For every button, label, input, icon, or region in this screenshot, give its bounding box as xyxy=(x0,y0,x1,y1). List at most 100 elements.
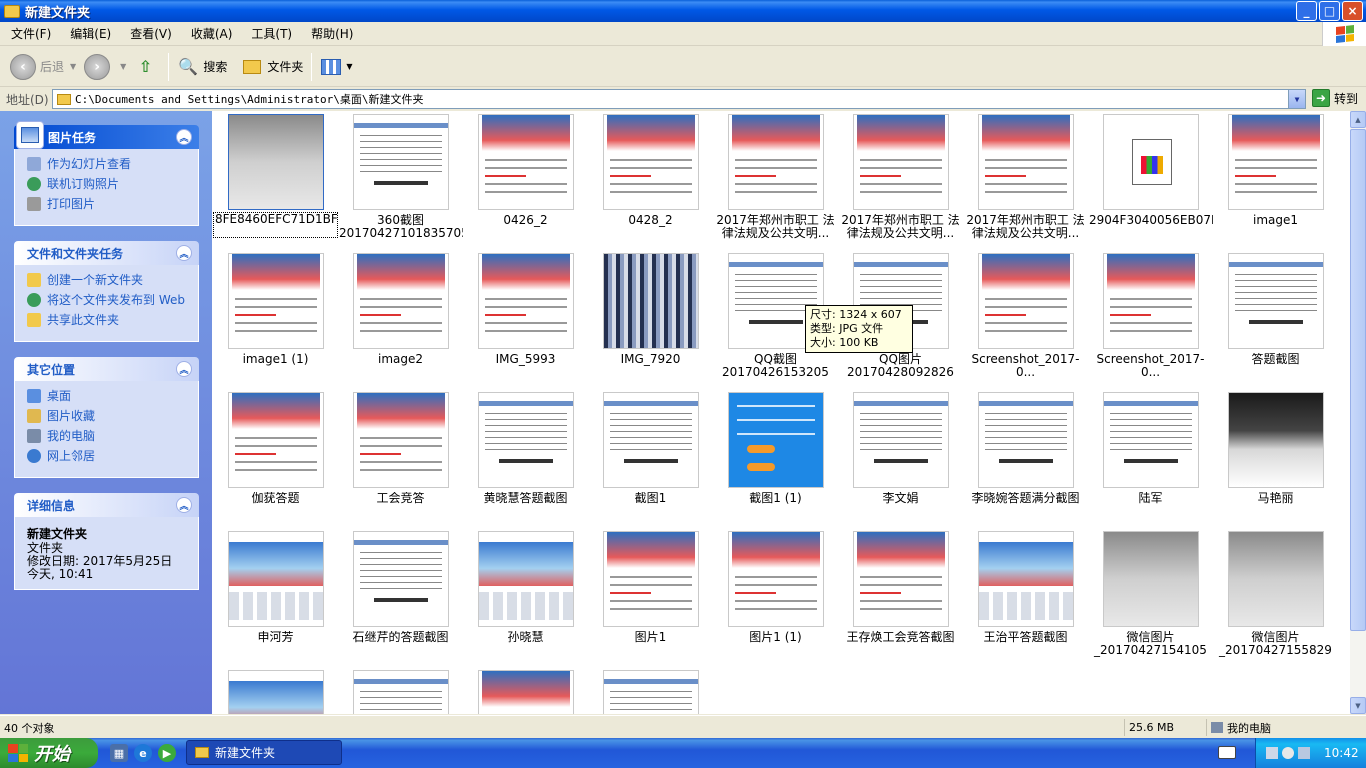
file-item[interactable]: 伽莸答题 xyxy=(213,392,338,518)
new-folder-link[interactable]: 创建一个新文件夹 xyxy=(27,273,190,287)
file-item[interactable]: 工会竞答 xyxy=(338,392,463,518)
menu-file[interactable]: 文件(F) xyxy=(0,25,59,42)
safely-remove-tray-icon[interactable] xyxy=(1298,747,1310,759)
file-item[interactable] xyxy=(338,670,463,714)
file-item[interactable]: 8FE8460EFC71D1BFA31C547E5AC77106 xyxy=(213,114,338,238)
file-item[interactable]: 360截图20170427101835705 xyxy=(338,114,463,240)
file-item[interactable]: 微信图片_20170427155829 xyxy=(1213,531,1338,657)
file-item[interactable]: 图片1 (1) xyxy=(713,531,838,657)
close-button[interactable]: × xyxy=(1342,1,1363,21)
collapse-chevron-icon[interactable]: ︽ xyxy=(176,245,192,261)
desktop-link[interactable]: 桌面 xyxy=(27,389,190,403)
media-player-icon[interactable]: ▶ xyxy=(158,744,176,762)
back-button[interactable]: ‹ 后退 ▼ xyxy=(6,50,80,84)
title-bar[interactable]: 新建文件夹 _ □ × xyxy=(0,0,1366,22)
taskbar-window-button[interactable]: 新建文件夹 xyxy=(186,740,342,765)
up-folder-button[interactable]: ⇧ xyxy=(130,50,164,84)
file-item[interactable]: IMG_7920 xyxy=(588,253,713,379)
file-item[interactable] xyxy=(213,670,338,714)
menu-edit[interactable]: 编辑(E) xyxy=(59,25,119,42)
print-pictures-link[interactable]: 打印图片 xyxy=(27,197,190,211)
file-item[interactable]: 截图1 xyxy=(588,392,713,518)
file-item[interactable]: 孙晓慧 xyxy=(463,531,588,657)
minimize-button[interactable]: _ xyxy=(1296,1,1317,21)
go-button[interactable]: ➜ 转到 xyxy=(1312,89,1358,107)
file-item[interactable]: 申河芳 xyxy=(213,531,338,657)
forward-dropdown-icon[interactable]: ▼ xyxy=(120,62,126,71)
file-item[interactable]: 0426_2 xyxy=(463,114,588,240)
clock[interactable]: 10:42 xyxy=(1324,746,1359,760)
file-item[interactable]: image1 (1) xyxy=(213,253,338,379)
network-tray-icon[interactable] xyxy=(1266,747,1278,759)
file-thumbnail xyxy=(977,392,1074,488)
menu-help[interactable]: 帮助(H) xyxy=(300,25,361,42)
search-button[interactable]: 🔍 搜索 xyxy=(173,50,231,84)
scroll-thumb[interactable] xyxy=(1350,129,1366,631)
file-item[interactable]: 微信图片_20170427154105 xyxy=(1088,531,1213,657)
details-header[interactable]: 详细信息 ︽ xyxy=(14,493,199,517)
back-dropdown-icon[interactable]: ▼ xyxy=(70,62,76,71)
vertical-scrollbar[interactable]: ▲ ▼ xyxy=(1350,111,1366,714)
network-places-link[interactable]: 网上邻居 xyxy=(27,449,190,463)
my-computer-link[interactable]: 我的电脑 xyxy=(27,429,190,443)
file-name: 王存焕工会竞答截图 xyxy=(846,631,955,644)
file-item[interactable]: 黄晓慧答题截图 xyxy=(463,392,588,518)
file-item[interactable]: 李晓婉答题满分截图 xyxy=(963,392,1088,518)
file-item[interactable]: 图片1 xyxy=(588,531,713,657)
file-item[interactable]: 0428_2 xyxy=(588,114,713,240)
other-places-header[interactable]: 其它位置 ︽ xyxy=(14,357,199,381)
maximize-button[interactable]: □ xyxy=(1319,1,1340,21)
menu-favorites[interactable]: 收藏(A) xyxy=(180,25,241,42)
file-item[interactable]: 2017年郑州市职工 法律法规及公共文明... xyxy=(838,114,963,240)
address-input[interactable]: C:\Documents and Settings\Administrator\… xyxy=(52,89,1306,109)
collapse-chevron-icon[interactable]: ︽ xyxy=(176,129,192,145)
order-prints-link[interactable]: 联机订购照片 xyxy=(27,177,190,191)
scroll-up-button[interactable]: ▲ xyxy=(1350,111,1366,128)
menu-tools[interactable]: 工具(T) xyxy=(240,25,300,42)
file-item[interactable]: Screenshot_2017-0... xyxy=(1088,253,1213,379)
file-item[interactable]: 李文娟 xyxy=(838,392,963,518)
file-name: 答题截图 xyxy=(1251,353,1300,366)
forward-button[interactable]: › ▼ xyxy=(80,50,130,84)
collapse-chevron-icon[interactable]: ︽ xyxy=(176,497,192,513)
file-item[interactable]: 2017年郑州市职工 法律法规及公共文明... xyxy=(713,114,838,240)
address-dropdown-icon[interactable]: ▼ xyxy=(1288,90,1305,108)
slideshow-link[interactable]: 作为幻灯片查看 xyxy=(27,157,190,171)
folders-button[interactable]: 文件夹 xyxy=(237,50,307,84)
file-item[interactable]: 答题截图 xyxy=(1213,253,1338,379)
file-thumbnail xyxy=(977,531,1074,627)
file-item[interactable]: image1 xyxy=(1213,114,1338,240)
taskbar: 开始 ▦ e ▶ 新建文件夹 10:42 xyxy=(0,738,1366,768)
internet-explorer-icon[interactable]: e xyxy=(134,744,152,762)
scroll-down-button[interactable]: ▼ xyxy=(1350,697,1366,714)
file-item[interactable]: 截图1 (1) xyxy=(713,392,838,518)
share-folder-link[interactable]: 共享此文件夹 xyxy=(27,313,190,327)
volume-tray-icon[interactable] xyxy=(1282,747,1294,759)
views-button[interactable]: ▼ xyxy=(316,50,356,84)
file-item[interactable]: 陆军 xyxy=(1088,392,1213,518)
file-tasks-header[interactable]: 文件和文件夹任务 ︽ xyxy=(14,241,199,265)
file-name: Screenshot_2017-0... xyxy=(971,353,1080,379)
collapse-chevron-icon[interactable]: ︽ xyxy=(176,361,192,377)
my-pictures-link[interactable]: 图片收藏 xyxy=(27,409,190,423)
show-desktop-icon[interactable]: ▦ xyxy=(110,744,128,762)
menu-view[interactable]: 查看(V) xyxy=(119,25,180,42)
file-item[interactable]: 马艳丽 xyxy=(1213,392,1338,518)
file-item[interactable]: IMG_5993 xyxy=(463,253,588,379)
file-item[interactable]: 2904F3040056EB07E... xyxy=(1088,114,1213,240)
file-item[interactable] xyxy=(463,670,588,714)
file-item[interactable] xyxy=(588,670,713,714)
publish-web-link[interactable]: 将这个文件夹发布到 Web xyxy=(27,293,190,307)
details-title: 详细信息 xyxy=(27,498,76,513)
file-name: 马艳丽 xyxy=(1257,492,1294,505)
file-item[interactable]: 王存焕工会竞答截图 xyxy=(838,531,963,657)
picture-tasks-header[interactable]: 图片任务 ︽ xyxy=(14,121,199,149)
file-item[interactable]: 石继芹的答题截图 xyxy=(338,531,463,657)
file-item[interactable]: 王治平答题截图 xyxy=(963,531,1088,657)
file-item[interactable]: 2017年郑州市职工 法律法规及公共文明... xyxy=(963,114,1088,240)
file-item[interactable]: Screenshot_2017-0... xyxy=(963,253,1088,379)
file-list[interactable]: 8FE8460EFC71D1BFA31C547E5AC77106360截图201… xyxy=(212,111,1350,714)
start-button[interactable]: 开始 xyxy=(0,738,98,768)
keyboard-icon[interactable] xyxy=(1218,746,1236,759)
file-item[interactable]: image2 xyxy=(338,253,463,379)
